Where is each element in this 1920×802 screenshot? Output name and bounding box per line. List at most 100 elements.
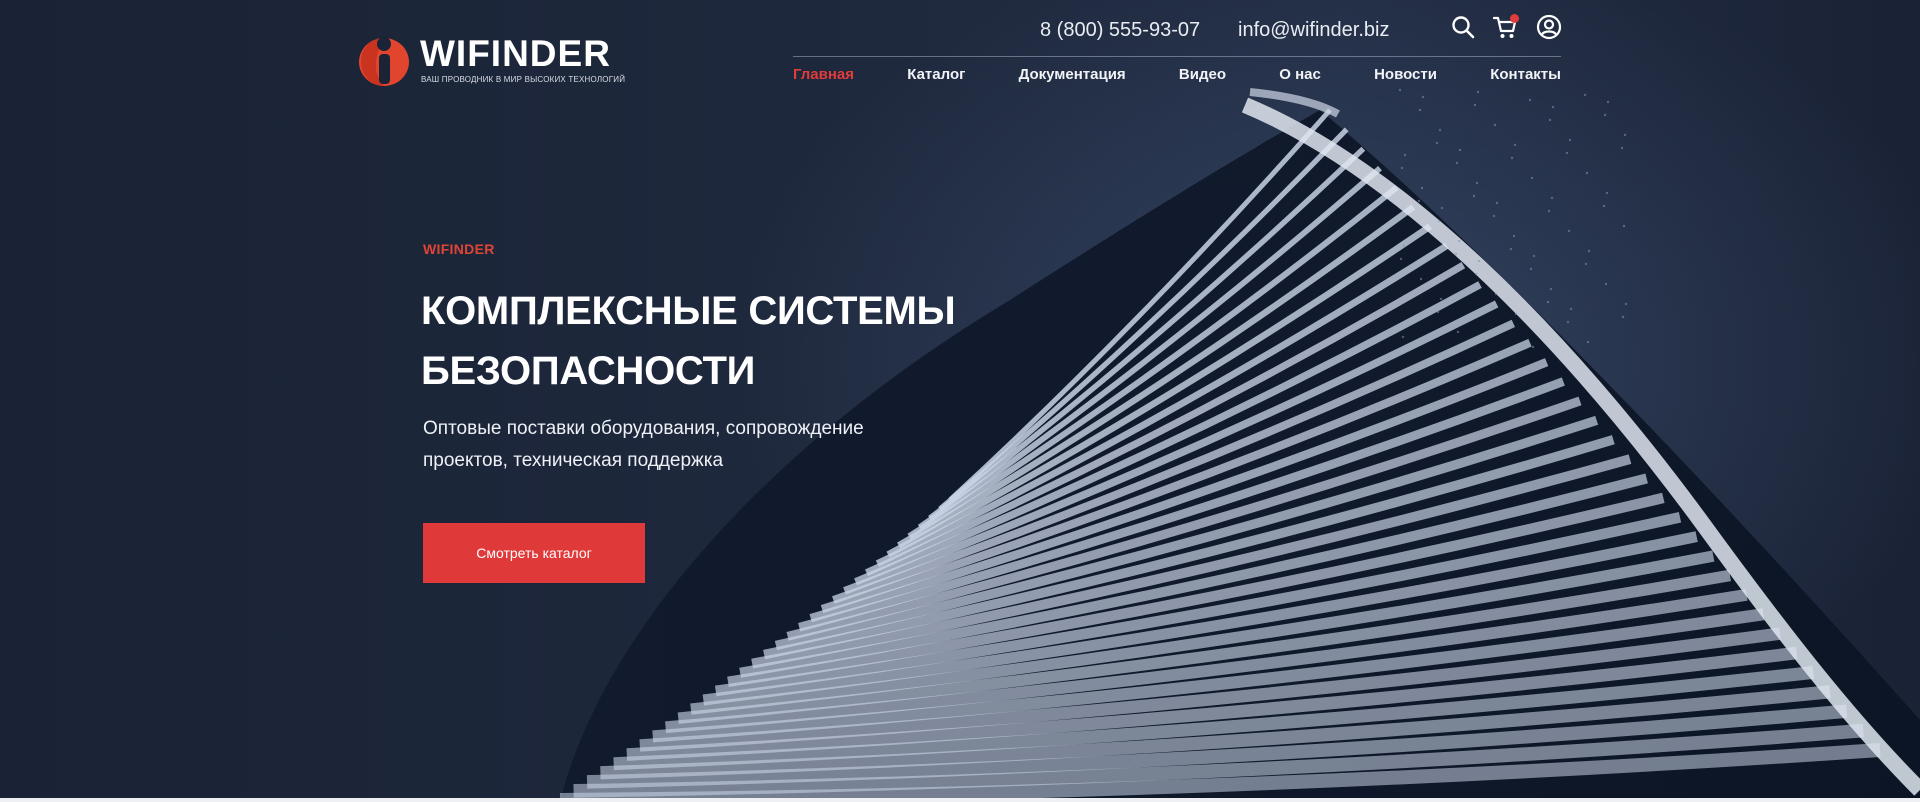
decorative-dot (1476, 90, 1480, 94)
decorative-dot (1474, 272, 1478, 276)
phone-link[interactable]: 8 (800) 555-93-07 (1040, 19, 1200, 42)
decorative-dot (1512, 234, 1516, 238)
nav-item-catalog: Каталог (907, 66, 965, 84)
decorative-dot (1551, 105, 1555, 109)
decorative-dot (1495, 201, 1499, 205)
decorative-dot (1584, 262, 1588, 266)
decorative-dot (1403, 153, 1407, 157)
user-icon[interactable] (1536, 14, 1562, 40)
hero-kicker: WIFINDER (423, 241, 495, 257)
logo-i-icon (359, 37, 409, 86)
nav-item-about: О нас (1279, 66, 1321, 84)
decorative-dot (1435, 141, 1439, 145)
decorative-dot (1513, 143, 1517, 147)
hero-subtext-line-2: проектов, техническая поддержка (423, 450, 724, 471)
decorative-dot (1569, 307, 1573, 311)
nav-link-news[interactable]: Новости (1374, 66, 1437, 83)
decorative-dot (1437, 219, 1441, 223)
nav-link-about[interactable]: О нас (1279, 66, 1321, 83)
page-bottom-edge (0, 798, 1920, 802)
nav-link-contacts[interactable]: Контакты (1490, 66, 1561, 83)
decorative-dot (1477, 259, 1481, 263)
decorative-dot (1530, 176, 1534, 180)
building-background-image (559, 88, 1920, 802)
decorative-dot (1398, 88, 1402, 92)
decorative-dot (1606, 100, 1610, 104)
decorative-dot (1586, 340, 1590, 344)
decorative-dot (1620, 146, 1624, 150)
decorative-dot (1514, 312, 1518, 316)
decorative-dot (1566, 320, 1570, 324)
hero-headline-line-2: БЕЗОПАСНОСТИ (421, 349, 756, 393)
decorative-dot (1494, 292, 1498, 296)
decorative-dot (1529, 267, 1533, 271)
decorative-dot (1401, 335, 1405, 339)
logo-tagline: ВАШ ПРОВОДНИК В МИР ВЫСОКИХ ТЕХНОЛОГИЙ (421, 75, 626, 84)
nav-item-documentation: Документация (1019, 66, 1126, 84)
nav-divider (793, 56, 1561, 57)
decorative-dot (1491, 305, 1495, 309)
decorative-dot (1550, 196, 1554, 200)
decorative-dot (1548, 118, 1552, 122)
decorative-dot (1472, 194, 1476, 198)
nav-item-news: Новости (1374, 66, 1437, 84)
decorative-dot (1532, 254, 1536, 258)
view-catalog-button[interactable]: Смотреть каталог (423, 523, 645, 583)
decorative-dot (1473, 103, 1477, 107)
decorative-dot (1420, 186, 1424, 190)
decorative-dot (1605, 191, 1609, 195)
email-link[interactable]: info@wifinder.biz (1238, 19, 1389, 42)
nav-item-video: Видео (1179, 66, 1226, 84)
decorative-dot (1400, 166, 1404, 170)
cart-button[interactable] (1492, 14, 1519, 40)
decorative-dot (1419, 277, 1423, 281)
hero-headline: КОМПЛЕКСНЫЕ СИСТЕМЫ БЕЗОПАСНОСТИ (421, 281, 1061, 401)
decorative-dot (1622, 224, 1626, 228)
logo-name: WIFINDER (420, 33, 611, 74)
nav-item-home: Главная (793, 66, 854, 84)
decorative-dot (1458, 148, 1462, 152)
nav-item-contacts: Контакты (1490, 66, 1561, 84)
decorative-dot (1418, 108, 1422, 112)
nav-link-home[interactable]: Главная (793, 66, 854, 83)
decorative-dot (1421, 95, 1425, 99)
decorative-dot (1528, 98, 1532, 102)
decorative-dot (1402, 244, 1406, 248)
hero-subtext-line-1: Оптовые поставки оборудования, сопровожд… (423, 418, 864, 439)
decorative-dot (1621, 315, 1625, 319)
decorative-dot (1587, 249, 1591, 253)
nav-link-catalog[interactable]: Каталог (907, 66, 965, 83)
decorative-dot (1568, 138, 1572, 142)
decorative-dot (1604, 282, 1608, 286)
decorative-dot (1457, 239, 1461, 243)
cart-badge-dot (1510, 14, 1519, 23)
hero-headline-line-1: КОМПЛЕКСНЫЕ СИСТЕМЫ (421, 289, 956, 333)
hero-section (0, 0, 1920, 802)
decorative-dot (1439, 297, 1443, 301)
decorative-dot (1623, 133, 1627, 137)
nav-link-documentation[interactable]: Документация (1019, 66, 1126, 83)
decorative-dot (1567, 229, 1571, 233)
decorative-dot (1547, 209, 1551, 213)
search-icon[interactable] (1450, 14, 1476, 40)
decorative-dot (1417, 199, 1421, 203)
decorative-dot (1492, 214, 1496, 218)
decorative-dot (1511, 325, 1515, 329)
nav-link-video[interactable]: Видео (1179, 66, 1226, 83)
decorative-dot (1456, 330, 1460, 334)
decorative-dot (1475, 181, 1479, 185)
decorative-dot (1531, 345, 1535, 349)
decorative-dot (1549, 287, 1553, 291)
decorative-dot (1546, 300, 1550, 304)
decorative-dot (1455, 161, 1459, 165)
decorative-dot (1436, 310, 1440, 314)
decorative-dot (1565, 151, 1569, 155)
decorative-dot (1438, 128, 1442, 132)
decorative-dot (1603, 113, 1607, 117)
decorative-dot (1509, 247, 1513, 251)
site-logo[interactable]: WIFINDER ВАШ ПРОВОДНИК В МИР ВЫСОКИХ ТЕХ… (358, 33, 628, 91)
hero-subtext: Оптовые поставки оборудования, сопровожд… (423, 413, 883, 477)
decorative-dot (1602, 204, 1606, 208)
decorative-dot (1510, 156, 1514, 160)
decorative-dot (1493, 123, 1497, 127)
